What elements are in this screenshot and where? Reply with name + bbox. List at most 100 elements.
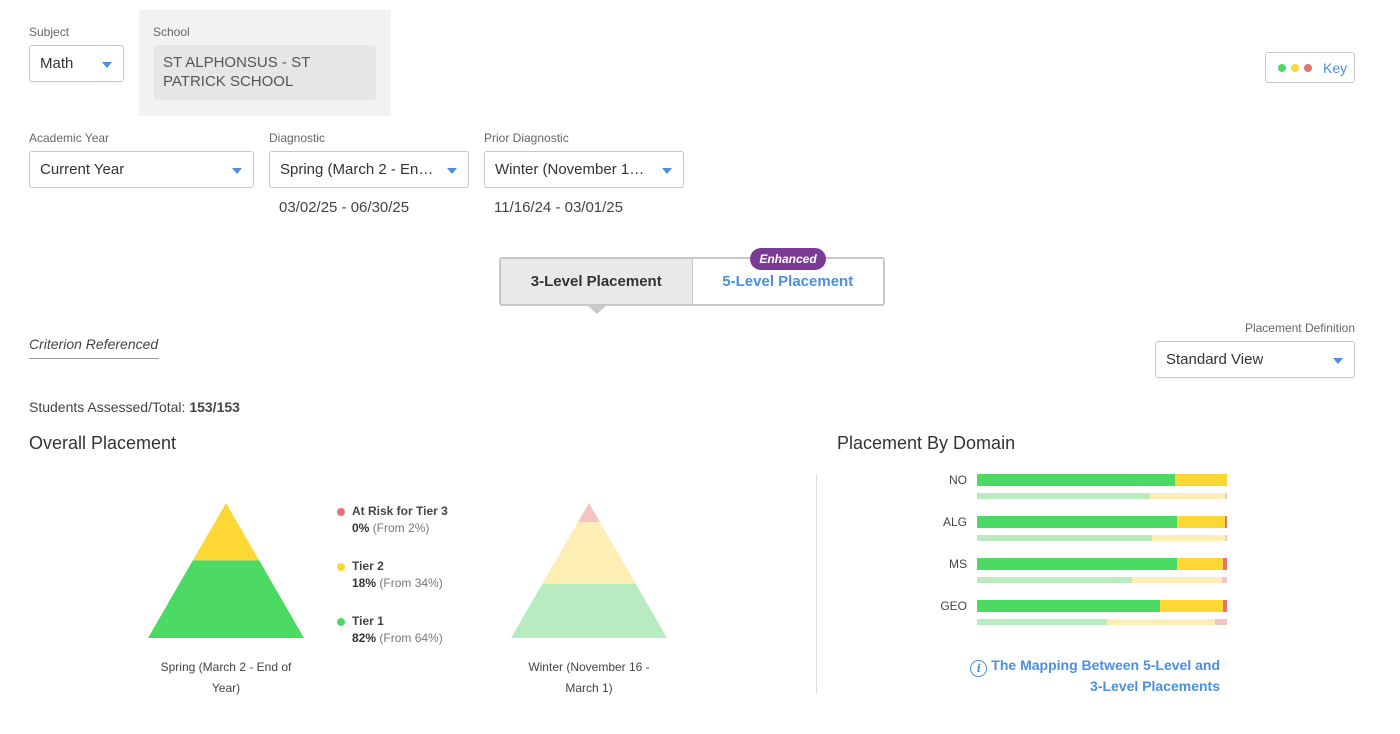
domain-bar-segment: [977, 619, 1107, 625]
current-pyramid: [148, 503, 304, 638]
diagnostic-label: Diagnostic: [269, 131, 326, 145]
current-tier1-segment: [148, 560, 304, 638]
legend-item: Tier 1 82% (From 64%): [337, 613, 443, 647]
domain-bar-segment: [1177, 558, 1224, 570]
domain-bar-prior: [977, 493, 1227, 499]
legend-from: (From 2%): [372, 521, 430, 535]
domain-bar-segment: [977, 493, 1150, 499]
green-dot-icon: [1278, 63, 1286, 72]
prior-diagnostic-dates: 11/16/24 - 03/01/25: [494, 199, 623, 216]
domain-bar-segment: [1224, 516, 1227, 528]
domain-bar-segment: [1149, 493, 1225, 499]
legend-name: Tier 2: [352, 559, 384, 573]
school-value: ST ALPHONSUS - ST PATRICK SCHOOL: [154, 45, 376, 100]
domain-label: NO: [949, 473, 967, 487]
legend-pct: 0%: [352, 521, 370, 535]
placement-by-domain-title: Placement By Domain: [837, 433, 1016, 453]
domain-bar-segment: [977, 474, 1175, 486]
mapping-link-line1: The Mapping Between 5-Level and: [991, 657, 1220, 673]
legend-from: (From 64%): [379, 631, 443, 645]
domain-bar-segment: [1159, 600, 1224, 612]
key-label: Key: [1323, 59, 1348, 76]
legend-pct: 18%: [352, 576, 377, 590]
mapping-info-link[interactable]: i The Mapping Between 5-Level and 3-Level…: [960, 656, 1220, 696]
subject-select[interactable]: Math: [29, 45, 124, 82]
current-pyramid-caption: Spring (March 2 - End of Year): [160, 660, 292, 695]
domain-bar-segment: [977, 600, 1160, 612]
prior-diagnostic-value: Winter (November 16 - March 1): [495, 161, 649, 178]
legend-item: Tier 2 18% (From 34%): [337, 558, 443, 592]
key-button[interactable]: Key: [1265, 52, 1355, 83]
tier1-dot-icon: [337, 618, 345, 626]
diagnostic-value: Spring (March 2 - End of Year): [280, 161, 434, 178]
legend-item: At Risk for Tier 3 0% (From 2%): [337, 503, 448, 537]
domain-bar-segment: [1107, 619, 1215, 625]
section-divider: [816, 474, 817, 694]
domain-bar-segment: [1152, 535, 1225, 541]
domain-bar-segment: [1177, 516, 1225, 528]
domain-bar-segment: [977, 577, 1132, 583]
chevron-down-icon: [102, 62, 112, 68]
students-assessed-value: 153/153: [189, 399, 240, 415]
tier2-dot-icon: [337, 563, 345, 571]
prior-pyramid: [511, 503, 667, 638]
domain-label: MS: [949, 557, 967, 571]
prior-tier2-segment: [542, 522, 636, 584]
red-dot-icon: [1304, 63, 1312, 72]
placement-definition-label: Placement Definition: [1244, 321, 1355, 335]
prior-diagnostic-select[interactable]: Winter (November 16 - March 1): [484, 151, 684, 188]
mapping-link-line2: 3-Level Placements: [1090, 678, 1220, 694]
domain-bar-current: [977, 516, 1227, 528]
diagnostic-select[interactable]: Spring (March 2 - End of Year): [269, 151, 469, 188]
yellow-dot-icon: [1291, 63, 1299, 72]
chevron-down-icon: [1333, 358, 1343, 364]
legend-name: At Risk for Tier 3: [352, 504, 448, 518]
domain-bar-prior: [977, 535, 1227, 541]
domain-label: GEO: [940, 599, 967, 613]
domain-bar-current: [977, 474, 1227, 486]
active-tab-pointer: [587, 305, 607, 314]
domain-bar-prior: [977, 619, 1227, 625]
academic-year-label: Academic Year: [29, 131, 110, 145]
tier3-dot-icon: [337, 508, 345, 516]
academic-year-select[interactable]: Current Year: [29, 151, 254, 188]
info-icon: i: [970, 660, 988, 677]
domain-bar-segment: [1214, 619, 1227, 625]
domain-bar-segment: [977, 558, 1177, 570]
domain-bar-segment: [1224, 493, 1227, 499]
current-tier2-segment: [192, 503, 260, 561]
chevron-down-icon: [232, 168, 242, 174]
domain-bar-segment: [1224, 535, 1227, 541]
domain-bar-segment: [1223, 600, 1227, 612]
domain-bar-segment: [1223, 558, 1227, 570]
overall-placement-title: Overall Placement: [29, 433, 177, 453]
prior-tier1-segment: [511, 584, 667, 638]
placement-definition-select[interactable]: Standard View: [1155, 341, 1355, 378]
school-label: School: [153, 25, 190, 39]
legend-from: (From 34%): [379, 576, 443, 590]
prior-pyramid-caption: Winter (November 16 - March 1): [528, 660, 650, 695]
domain-bar-segment: [1132, 577, 1222, 583]
legend-pct: 82%: [352, 631, 377, 645]
students-assessed-label: Students Assessed/Total:: [29, 399, 186, 415]
domain-bar-segment: [1222, 577, 1227, 583]
domain-bar-current: [977, 600, 1227, 612]
chevron-down-icon: [662, 168, 672, 174]
students-assessed: Students Assessed/Total: 153/153: [29, 399, 240, 415]
placement-definition-value: Standard View: [1166, 351, 1264, 368]
prior-diagnostic-label: Prior Diagnostic: [484, 131, 569, 145]
domain-label: ALG: [942, 515, 967, 529]
criterion-referenced-tab[interactable]: Criterion Referenced: [29, 336, 159, 359]
subject-value: Math: [40, 55, 74, 72]
legend-name: Tier 1: [352, 614, 384, 628]
enhanced-badge: Enhanced: [750, 248, 826, 270]
chevron-down-icon: [447, 168, 457, 174]
school-panel: School ST ALPHONSUS - ST PATRICK SCHOOL: [139, 10, 391, 116]
diagnostic-dates: 03/02/25 - 06/30/25: [279, 199, 410, 216]
domain-bar-prior: [977, 577, 1227, 583]
tab-3-level-placement[interactable]: 3-Level Placement: [501, 259, 693, 304]
domain-bar-segment: [977, 516, 1177, 528]
subject-label: Subject: [29, 25, 70, 39]
placement-toggle: 3-Level Placement 5-Level Placement: [499, 257, 885, 306]
domain-bar-segment: [1174, 474, 1227, 486]
